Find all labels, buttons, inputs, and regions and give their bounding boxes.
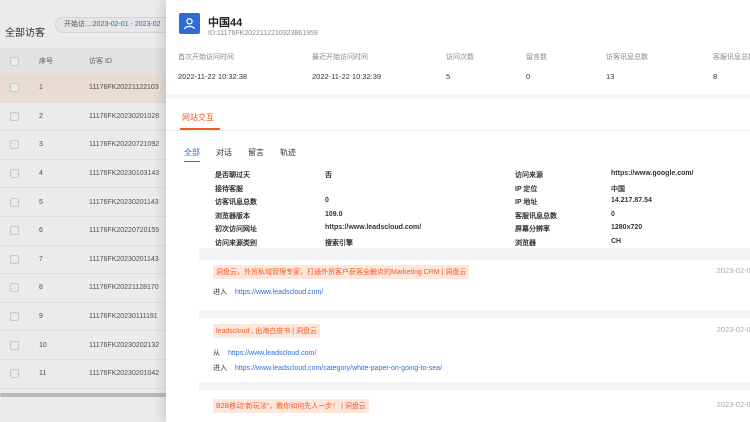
info-value: 搜索引擎 — [325, 239, 353, 247]
stat-label: 首次开始访问时间 — [178, 54, 234, 61]
info-row: 接待客服 IP 定位 中国 — [215, 184, 750, 198]
entry-label: 进入 — [213, 289, 227, 296]
subtab-all[interactable]: 全部 — [184, 147, 200, 162]
page-title-tag[interactable]: 洞盘云，外贸私域管理专家，打通外贸客户获客全触点的Marketing CRM |… — [213, 265, 470, 279]
subtab-track[interactable]: 轨迹 — [280, 147, 296, 158]
stat-value: 0 — [526, 72, 531, 81]
info-row: 访问来源类别 搜索引擎 浏览器 CH — [215, 238, 750, 252]
stat-label: 访问次数 — [446, 54, 474, 61]
visit-referrer: 从 https://www.leadscloud.com/ — [213, 348, 316, 358]
info-row: 访客讯息总数 0 IP 地址 14.217.87.54 — [215, 197, 750, 211]
section-divider — [166, 94, 750, 99]
info-key: 浏览器版本 — [215, 212, 250, 220]
info-key: 屏幕分辨率 — [515, 226, 550, 233]
visitor-info-card: 是否聊过天 否 访问来源 https://www.google.com/接待客服 IP … — [199, 164, 750, 248]
info-value: https://www.google.com/ — [611, 170, 694, 177]
visit-date: 2023-02-03 — [716, 400, 750, 409]
stat-label: 访客讯息总数 — [606, 54, 648, 61]
visit-entry: 进入 https://www.leadscloud.com/category/wh… — [213, 363, 442, 373]
info-key: IP 定位 — [515, 185, 538, 193]
stat-message-count: 留言数 0 — [526, 52, 547, 81]
info-key: 浏览器 — [515, 239, 536, 247]
entry-link[interactable]: https://www.leadscloud.com/category/whit… — [235, 365, 442, 372]
info-row: 浏览器版本 109.0 客服讯息总数 0 — [215, 211, 750, 225]
visit-date: 2023-02-03 — [716, 325, 750, 334]
stat-value: 5 — [446, 72, 451, 81]
info-row: 初次访问网址 https://www.leadscloud.com/屏幕分辨率 12… — [215, 224, 750, 238]
tab-bar-divider — [166, 130, 750, 131]
info-key: 访问来源类别 — [215, 239, 257, 247]
info-key: 接待客服 — [215, 185, 243, 193]
info-key: IP 地址 — [515, 199, 538, 206]
subtab-messages[interactable]: 留言 — [248, 147, 264, 158]
stat-visitor-msg-total: 访客讯息总数 13 — [606, 52, 648, 81]
stat-last-visit: 最近开始访问时间 2022-11-22 10:32:39 — [312, 52, 381, 81]
info-value: 109.0 — [325, 210, 343, 218]
user-icon — [183, 18, 196, 30]
visit-card: 洞盘云，外贸私域管理专家，打通外贸客户获客全触点的Marketing CRM |… — [199, 260, 750, 310]
stat-agent-msg-total: 客服讯息总数 8 — [713, 52, 750, 81]
stat-value: 8 — [713, 72, 718, 81]
info-value: 14.217.87.54 — [611, 197, 652, 204]
stat-value: 2022-11-22 10:32:39 — [312, 72, 382, 81]
stat-first-visit: 首次开始访问时间 2022-11-22 10:32:38 — [178, 52, 247, 81]
stat-label: 最近开始访问时间 — [312, 54, 368, 61]
visit-card: leadscloud , 出海白皮书 | 洞盘云 2023-02-03 从 htt… — [199, 318, 750, 382]
info-key: 访客讯息总数 — [215, 199, 257, 206]
info-value: 0 — [325, 197, 329, 204]
stat-visit-count: 访问次数 5 — [446, 52, 474, 81]
tab-website-interaction[interactable]: 网站交互 — [182, 112, 214, 123]
avatar — [179, 13, 200, 34]
visit-card: B2B移动"新玩法"，教你如何先人一步！ | 洞盘云 2023-02-03 — [199, 390, 750, 422]
stat-value: 2022-11-22 10:32:38 — [178, 72, 248, 81]
entry-link[interactable]: https://www.leadscloud.com/ — [228, 350, 316, 357]
page-title-tag[interactable]: leadscloud , 出海白皮书 | 洞盘云 — [213, 324, 321, 338]
info-value: 中国 — [611, 185, 625, 193]
info-row: 是否聊过天 否 访问来源 https://www.google.com/ — [215, 170, 750, 184]
visit-date: 2023-02-03 — [716, 266, 750, 275]
entry-label: 进入 — [213, 365, 227, 372]
visitor-detail-drawer: 中国44 ID:11176FK2022112210323861959 首次开始访… — [166, 0, 750, 422]
info-key: 访问来源 — [515, 172, 543, 179]
sub-tabs: 全部 对话 留言 轨迹 — [184, 147, 312, 162]
info-key: 是否聊过天 — [215, 172, 250, 179]
visitor-id: ID:11176FK2022112210323861959 — [208, 30, 318, 37]
info-value: 0 — [611, 210, 615, 218]
subtab-chat[interactable]: 对话 — [216, 147, 232, 158]
entry-label: 从 — [213, 350, 220, 357]
info-value: CH — [611, 237, 622, 245]
info-value: 1280x720 — [611, 224, 643, 231]
info-key: 客服讯息总数 — [515, 212, 557, 220]
info-key: 初次访问网址 — [215, 226, 257, 233]
stat-value: 13 — [606, 72, 615, 81]
timeline-panel: 是否聊过天 否 访问来源 https://www.google.com/接待客服 IP … — [199, 164, 750, 422]
visit-entry: 进入 https://www.leadscloud.com/ — [213, 287, 323, 297]
entry-link[interactable]: https://www.leadscloud.com/ — [235, 289, 323, 296]
stat-label: 留言数 — [526, 54, 547, 61]
info-value: 否 — [325, 172, 332, 179]
stat-label: 客服讯息总数 — [713, 54, 750, 61]
info-value: https://www.leadscloud.com/ — [325, 224, 422, 231]
visitor-name: 中国44 — [208, 17, 243, 29]
page-title-tag[interactable]: B2B移动"新玩法"，教你如何先人一步！ | 洞盘云 — [213, 399, 369, 413]
